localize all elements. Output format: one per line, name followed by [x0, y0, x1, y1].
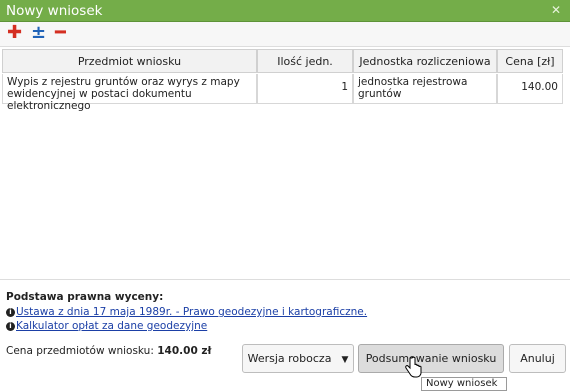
title-bar: Nowy wniosek ✕	[0, 0, 570, 22]
cell-item[interactable]: Wypis z rejestru gruntów oraz wyrys z ma…	[2, 74, 257, 112]
total-price: Cena przedmiotów wniosku: 140.00 zł	[6, 345, 211, 357]
total-label: Cena przedmiotów wniosku:	[6, 345, 154, 357]
column-header-unit[interactable]: Jednostka rozliczeniowa	[353, 49, 497, 73]
legal-link-row: i Ustawa z dnia 17 maja 1989r. - Prawo ge…	[6, 305, 566, 319]
close-icon[interactable]: ✕	[551, 3, 561, 17]
legal-basis: Podstawa prawna wyceny: i Ustawa z dnia 1…	[6, 291, 566, 333]
legal-basis-title: Podstawa prawna wyceny:	[6, 291, 164, 303]
calculator-link[interactable]: Kalkulator opłat za dane geodezyjne	[16, 320, 207, 332]
hand-cursor-icon	[405, 357, 422, 378]
window-title: Nowy wniosek	[6, 3, 103, 19]
info-icon: i	[6, 322, 15, 331]
tooltip: Nowy wniosek	[421, 377, 507, 391]
edit-icon[interactable]: ±	[31, 23, 46, 43]
remove-icon[interactable]: ━	[55, 23, 66, 43]
act-link[interactable]: Ustawa z dnia 17 maja 1989r. - Prawo geo…	[16, 306, 367, 318]
items-grid: Przedmiot wniosku Ilość jedn. Jednostka …	[0, 47, 570, 280]
column-header-quantity[interactable]: Ilość jedn.	[257, 49, 353, 73]
cell-quantity[interactable]: 1	[257, 74, 353, 104]
cell-unit[interactable]: jednostka rejestrowa gruntów	[353, 74, 497, 104]
add-icon[interactable]: ✚	[7, 23, 22, 43]
draft-button[interactable]: Wersja robocza ▼	[242, 344, 354, 373]
draft-button-label: Wersja robocza	[247, 352, 332, 365]
summary-button[interactable]: Podsumowanie wniosku	[358, 344, 504, 373]
column-header-price[interactable]: Cena [zł]	[497, 49, 563, 73]
cancel-button[interactable]: Anuluj	[509, 344, 566, 373]
info-icon: i	[6, 308, 15, 317]
cell-price[interactable]: 140.00	[497, 74, 563, 104]
calculator-link-row: i Kalkulator opłat za dane geodezyjne	[6, 319, 566, 333]
total-value: 140.00 zł	[157, 345, 212, 357]
toolbar: ✚ ± ━	[0, 22, 570, 47]
column-header-item[interactable]: Przedmiot wniosku	[2, 49, 257, 73]
dropdown-arrow-icon: ▼	[341, 355, 349, 365]
